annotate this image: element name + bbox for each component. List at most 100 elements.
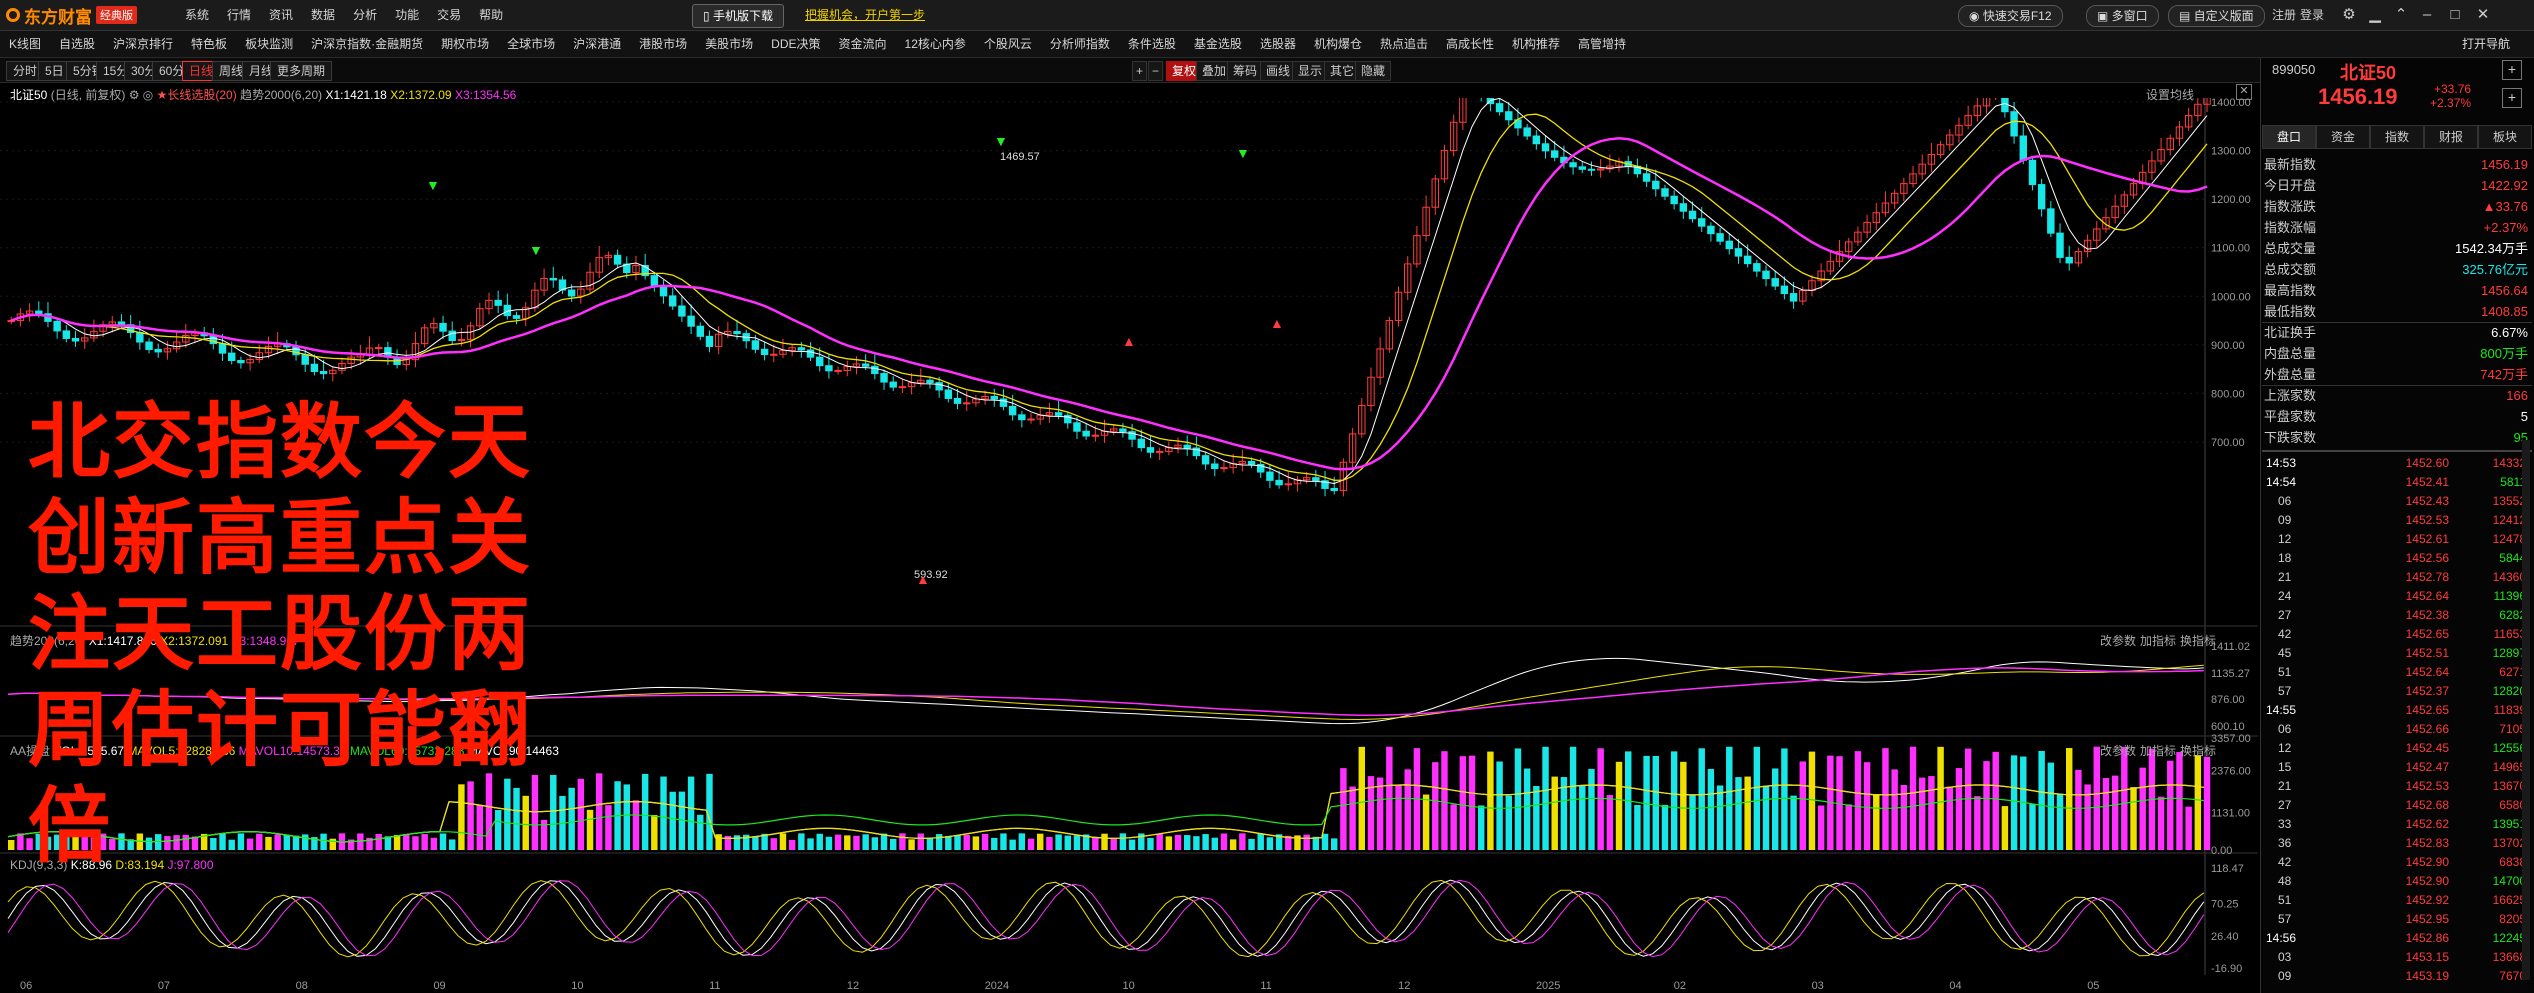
tick-time: 51 (2278, 665, 2292, 679)
menu-item-1[interactable]: 行情 (218, 0, 260, 30)
nav-item-21[interactable]: 高成长性 (1437, 31, 1503, 57)
quote-tab-4[interactable]: 板块 (2478, 125, 2532, 149)
panel2-btn-1[interactable]: 加指标 (2140, 632, 2176, 649)
add-watch-icon[interactable]: + (2502, 60, 2522, 80)
candle-body (1541, 143, 1550, 152)
add-icon[interactable]: + (2502, 88, 2522, 108)
nav-item-4[interactable]: 板块监测 (236, 31, 302, 57)
nav-item-2[interactable]: 沪深京排行 (104, 31, 182, 57)
maximize-icon[interactable]: □ (2444, 4, 2466, 26)
quick-trade-button[interactable]: ◉ 快速交易F12 (1958, 5, 2063, 27)
register-link[interactable]: 注册 (2272, 0, 2296, 30)
stat-value: 742万手 (2480, 367, 2528, 382)
menu-item-6[interactable]: 交易 (428, 0, 470, 30)
quote-tab-2[interactable]: 指数 (2370, 125, 2424, 149)
close-icon[interactable]: ✕ (2472, 4, 2494, 26)
promo-link[interactable]: 把握机会，开户第一步 (805, 0, 925, 30)
nav-item-17[interactable]: 基金选股 (1185, 31, 1251, 57)
volume-bar (1459, 756, 1467, 850)
candle-body (1587, 168, 1596, 171)
tick-volume: 13670 (2492, 779, 2526, 793)
nav-item-18[interactable]: 选股器 (1251, 31, 1305, 57)
nav-item-14[interactable]: 个股风云 (975, 31, 1041, 57)
nav-item-5[interactable]: 沪深京指数·金融期货 (302, 31, 432, 57)
tool-button-4[interactable]: 显示 (1292, 61, 1329, 81)
xaxis-label: 11 (709, 980, 720, 992)
stat-row: 指数涨幅 +2.37% (2264, 217, 2530, 238)
period-tab-9[interactable]: 更多周期 (270, 61, 333, 81)
sell-signal-icon: ▼ (426, 177, 440, 193)
nav-item-3[interactable]: 特色板 (182, 31, 236, 57)
nav-item-19[interactable]: 机构爆仓 (1305, 31, 1371, 57)
tool-button-3[interactable]: 画线 (1260, 61, 1297, 81)
xaxis-label: 04 (1949, 980, 1961, 992)
mobile-download-button[interactable]: ▯ 手机版下载 (692, 4, 784, 28)
kdj-line (7, 879, 2205, 957)
minimize-icon[interactable]: ▁ (2364, 4, 2386, 26)
menu-item-4[interactable]: 分析 (344, 0, 386, 30)
tick-scrollbar[interactable] (2522, 440, 2530, 980)
candle-body (1523, 127, 1531, 137)
p2-axis-label: 1135.27 (2211, 668, 2250, 680)
stat-label: 下跌家数 (2264, 430, 2317, 445)
panel2-btn-2[interactable]: 换指标 (2180, 632, 2216, 649)
menu-item-7[interactable]: 帮助 (470, 0, 512, 30)
nav-item-22[interactable]: 机构推荐 (1503, 31, 1569, 57)
quote-tab-1[interactable]: 资金 (2316, 125, 2370, 149)
tool-button-2[interactable]: 筹码 (1227, 61, 1264, 81)
zoom-out-icon[interactable]: − (1148, 61, 1164, 81)
candle-body (1661, 188, 1669, 197)
tool-button-6[interactable]: 隐藏 (1355, 61, 1392, 81)
custom-layout-button[interactable]: ▤ 自定义版面 (2168, 5, 2265, 27)
nav-item-0[interactable]: K线图 (0, 31, 50, 57)
menu-item-0[interactable]: 系统 (176, 0, 218, 30)
nav-item-9[interactable]: 港股市场 (630, 31, 696, 57)
volume-bar (1422, 794, 1430, 850)
quote-tab-3[interactable]: 财报 (2424, 125, 2478, 149)
volume-bar (1762, 786, 1770, 850)
nav-item-23[interactable]: 高管增持 (1569, 31, 1635, 57)
tick-price: 1452.90 (2405, 874, 2449, 888)
collapse-icon[interactable]: ⌃ (2390, 4, 2412, 26)
nav-item-6[interactable]: 期权市场 (432, 31, 498, 57)
nav-item-10[interactable]: 美股市场 (696, 31, 762, 57)
nav-item-16[interactable]: 条件选股 (1119, 31, 1185, 57)
tick-time: 57 (2278, 684, 2292, 698)
menu-item-2[interactable]: 资讯 (260, 0, 302, 30)
candle-body (375, 347, 383, 350)
nav-item-20[interactable]: 热点追击 (1371, 31, 1437, 57)
quote-price: 1456.19 (2318, 84, 2398, 109)
minimize-window-icon[interactable]: – (2416, 4, 2438, 26)
panel3-btn-1[interactable]: 加指标 (2140, 742, 2176, 759)
zoom-in-icon[interactable]: + (1132, 61, 1148, 81)
tick-volume: 13702 (2492, 836, 2526, 850)
nav-item-7[interactable]: 全球市场 (498, 31, 564, 57)
nav-item-11[interactable]: DDE决策 (762, 31, 829, 57)
tick-row: 45 1452.51 12897 (2264, 644, 2530, 663)
tick-volume: 13668 (2492, 950, 2526, 964)
app-logo[interactable]: 东方财富 经典版 (6, 3, 137, 27)
settings-icon[interactable]: ⚙ (2338, 4, 2360, 26)
nav-item-8[interactable]: 沪深港通 (564, 31, 630, 57)
tick-time: 03 (2278, 950, 2292, 964)
panel3-btn-2[interactable]: 换指标 (2180, 742, 2216, 759)
candle-body (696, 325, 704, 337)
nav-item-13[interactable]: 12核心内参 (896, 31, 975, 57)
menu-item-5[interactable]: 功能 (386, 0, 428, 30)
nav-item-12[interactable]: 资金流向 (830, 31, 896, 57)
multi-window-button[interactable]: ▣ 多窗口 (2086, 5, 2159, 27)
panel3-btn-0[interactable]: 改参数 (2100, 742, 2136, 759)
volume-bar (945, 836, 952, 850)
volume-bar (1992, 751, 1999, 850)
volume-bar (1863, 762, 1871, 850)
menu-item-3[interactable]: 数据 (302, 0, 344, 30)
panel2-btn-0[interactable]: 改参数 (2100, 632, 2136, 649)
open-guide-link[interactable]: 打开导航 (2462, 31, 2510, 57)
quote-tab-0[interactable]: 盘口 (2262, 125, 2316, 149)
volume-bar (890, 838, 897, 850)
tick-time: 48 (2278, 874, 2292, 888)
volume-bar (1909, 746, 1917, 850)
login-link[interactable]: 登录 (2300, 0, 2324, 30)
nav-item-1[interactable]: 自选股 (50, 31, 104, 57)
nav-item-15[interactable]: 分析师指数 (1041, 31, 1119, 57)
